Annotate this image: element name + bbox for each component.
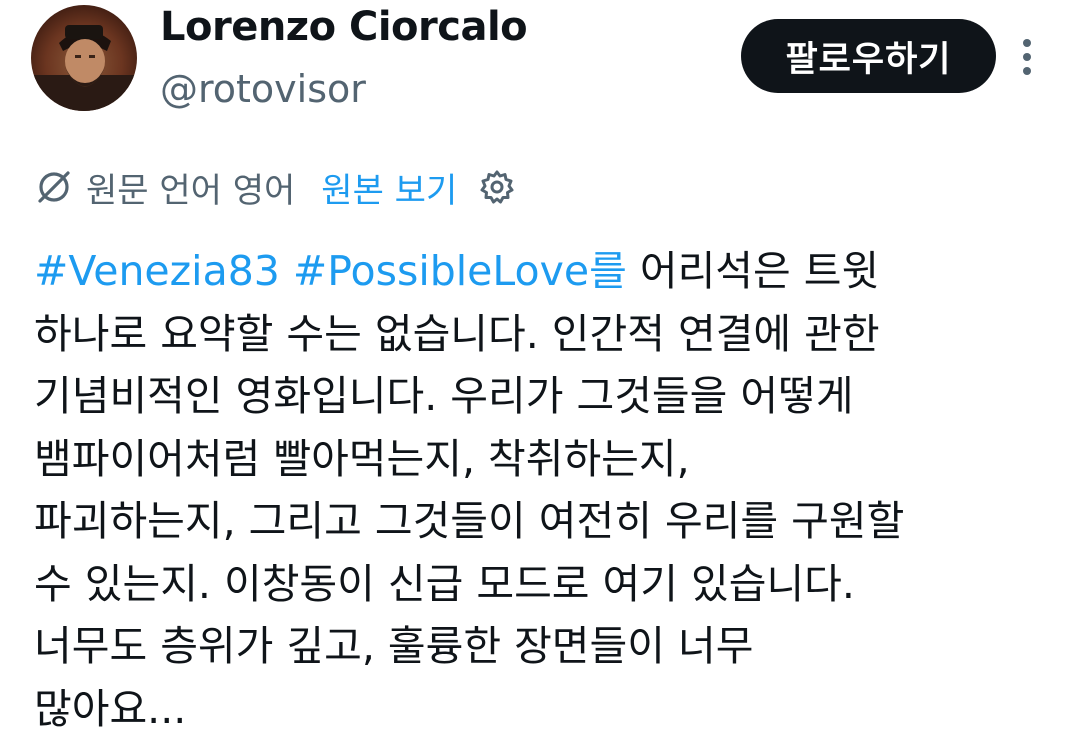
source-language-label: 원문 언어 영어	[86, 163, 295, 212]
author-display-name[interactable]: Lorenzo Ciorcalo	[160, 2, 527, 52]
hashtag-link[interactable]: #PossibleLove	[293, 247, 589, 295]
tweet-line: 많아요...	[34, 678, 1064, 740]
tweet-line: 뱀파이어처럼 빨아먹는지, 착취하는지,	[34, 428, 1064, 491]
tweet-text: #Venezia83 #PossibleLove를 어리석은 트윗 하나로 요약…	[34, 240, 1064, 740]
tweet-line: 하나로 요약할 수는 없습니다. 인간적 연결에 관한	[34, 303, 1064, 366]
follow-button[interactable]: 팔로우하기	[741, 19, 996, 93]
tweet-line: 파괴하는지, 그리고 그것들이 여전히 우리를 구원할	[34, 490, 1064, 553]
author-handle[interactable]: @rotovisor	[160, 66, 366, 112]
hashtag-link[interactable]: #Venezia83	[34, 247, 280, 295]
tweet-line-text: 를 어리석은 트윗	[589, 247, 879, 295]
gear-icon[interactable]	[479, 169, 515, 205]
tweet-line: #Venezia83 #PossibleLove를 어리석은 트윗	[34, 240, 1064, 303]
more-vertical-icon[interactable]	[1010, 36, 1044, 80]
view-original-link[interactable]: 원본 보기	[321, 163, 457, 212]
avatar[interactable]	[31, 5, 137, 111]
tweet-line: 수 있는지. 이창동이 신급 모드로 여기 있습니다.	[34, 553, 1064, 616]
tweet-line: 기념비적인 영화입니다. 우리가 그것들을 어떻게	[34, 365, 1064, 428]
translation-bar: 원문 언어 영어 원본 보기	[34, 160, 515, 214]
tweet-line: 너무도 층위가 깊고, 훌륭한 장면들이 너무	[34, 615, 1064, 678]
tweet-line-rest: 어리석은 트윗	[627, 247, 879, 295]
hashtag-suffix[interactable]: 를	[589, 247, 627, 295]
translate-icon	[34, 167, 74, 207]
